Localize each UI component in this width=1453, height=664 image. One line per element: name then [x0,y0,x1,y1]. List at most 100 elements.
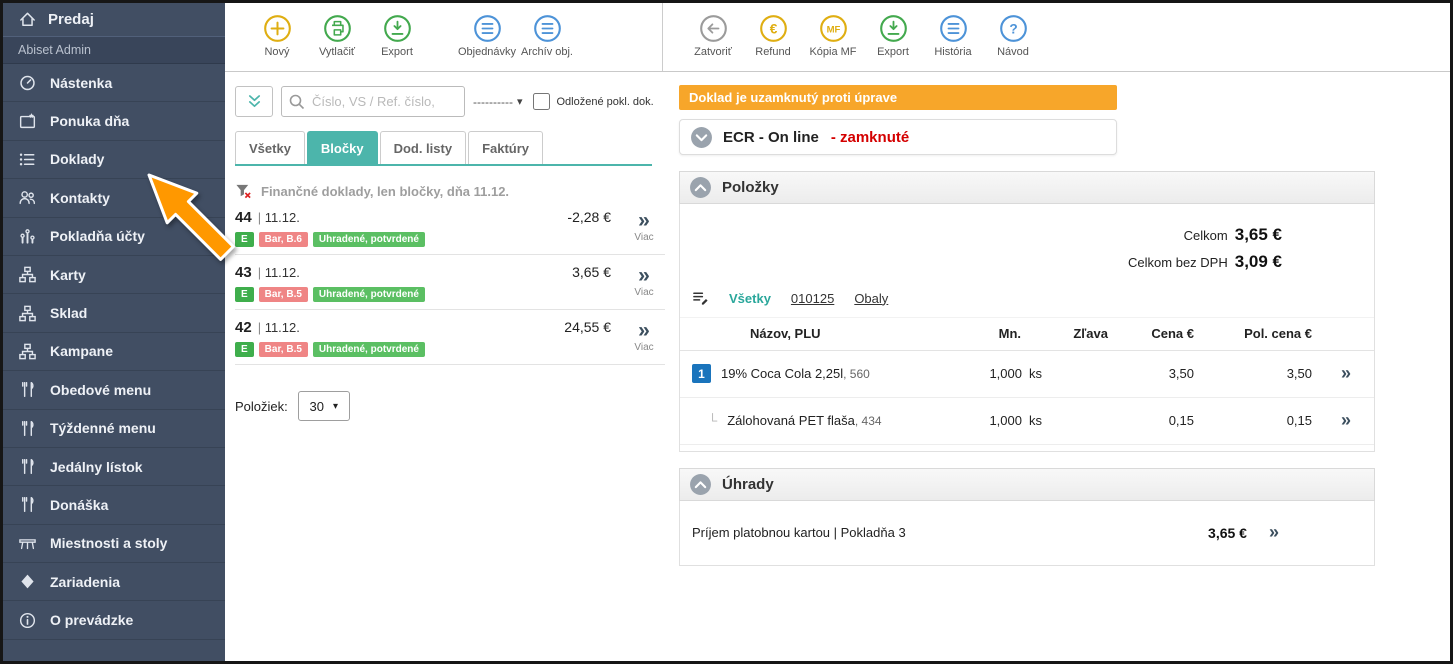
filter-remove-icon[interactable] [235,183,252,200]
document-tags: E Bar, B.5 Uhradené, potvrdené [235,342,623,357]
items-filter-packaging[interactable]: Obaly [854,291,888,306]
button-label: Objednávky [458,46,516,58]
sidebar-item-o-prevadzke[interactable]: O prevádzke [3,601,225,639]
sidebar-item-obedove-menu[interactable]: Obedové menu [3,371,225,409]
payments-section: Úhrady Príjem platobnou kartou | Pokladň… [679,468,1375,566]
document-type-dropdown[interactable]: ---------- [473,95,523,109]
source-badge: Bar, B.5 [259,342,308,357]
document-summary: 44 11.12. -2,28 € E Bar, B.6 Uhradené, p… [235,209,623,247]
tab-blocky[interactable]: Bločky [307,131,378,164]
sidebar-item-sklad[interactable]: Sklad [3,294,225,332]
export-button[interactable]: Export [367,13,427,58]
item-row-sub: Zálohovaná PET flaša, 434 1,000ks 0,15 0… [680,398,1374,445]
document-more-button[interactable]: Viac [623,209,665,247]
new-button[interactable]: Nový [247,13,307,58]
document-number: 44 [235,209,252,226]
item-unit: ks [1029,366,1042,381]
close-button[interactable]: Zatvoriť [683,13,743,58]
items-section-title: Položky [722,179,779,196]
item-name: Zálohovaná PET flaša [727,413,855,428]
sidebar-item-donaska[interactable]: Donáška [3,486,225,524]
lines-icon [938,13,969,44]
sidebar-item-nastenka[interactable]: Nástenka [3,64,225,102]
document-number: 43 [235,264,252,281]
total-label: Celkom [1184,228,1228,243]
app-window: Predaj Abiset Admin Nástenka Ponuka dňa … [0,0,1453,664]
chevron-up-circle-icon[interactable] [689,473,712,496]
filter-note-text: Finančné doklady, len bločky, dňa 11.12. [261,184,509,199]
document-row[interactable]: 44 11.12. -2,28 € E Bar, B.6 Uhradené, p… [235,200,665,255]
svg-text:MF: MF [826,25,840,36]
sidebar-item-kampane[interactable]: Kampane [3,333,225,371]
list-edit-icon[interactable] [692,290,709,307]
history-button[interactable]: História [923,13,983,58]
chevron-up-circle-icon[interactable] [689,176,712,199]
total-net-value: 3,09 € [1235,252,1282,271]
deferred-docs-checkbox[interactable] [533,93,550,110]
tab-faktury[interactable]: Faktúry [468,131,543,164]
deferred-docs-label[interactable]: Odložené pokl. dok. [557,96,654,108]
sidebar-item-pokladna-ucty[interactable]: Pokladňa účty [3,218,225,256]
sidebar-item-label: Nástenka [50,75,112,91]
document-more-button[interactable]: Viac [623,264,665,302]
status-badge: Uhradené, potvrdené [313,232,425,247]
document-amount: 24,55 € [564,319,623,335]
search-input[interactable] [281,86,465,117]
sidebar-item-label: Karty [50,267,86,283]
help-button[interactable]: ? Návod [983,13,1043,58]
button-label: Nový [264,46,289,58]
people-icon [18,188,37,207]
sidebar-header-predaj[interactable]: Predaj [3,3,225,37]
orders-archive-button[interactable]: Archív obj. [517,13,577,58]
document-row[interactable]: 43 11.12. 3,65 € E Bar, B.5 Uhradené, po… [235,255,665,310]
more-chevron-icon [638,213,650,230]
page-size-select[interactable]: 30 [298,391,350,421]
item-more-icon[interactable] [1341,363,1351,383]
documents-list-panel: ---------- Odložené pokl. dok. Všetky Bl… [225,72,675,661]
sidebar-item-karty[interactable]: Karty [3,256,225,294]
sitemap-icon [18,265,37,284]
search-icon [288,93,305,110]
export-detail-button[interactable]: Export [863,13,923,58]
totals-block: Celkom3,65 € Celkom bez DPH3,09 € [680,204,1374,278]
ecr-row[interactable]: ECR - On line - zamknuté [679,119,1117,155]
item-unit: ks [1029,413,1042,428]
sidebar-item-tyzdenne-menu[interactable]: Týždenné menu [3,410,225,448]
expand-filters-button[interactable] [235,86,273,117]
item-line-total: 3,50 [1200,366,1318,381]
chevron-down-circle-icon[interactable] [690,126,713,149]
print-button[interactable]: Vytlačiť [307,13,367,58]
column-line-total: Pol. cena € [1200,326,1318,341]
item-price: 3,50 [1114,366,1200,381]
sidebar-item-label: Obedové menu [50,382,151,398]
refund-button[interactable]: € Refund [743,13,803,58]
items-filter-all[interactable]: Všetky [729,291,771,306]
document-more-button[interactable]: Viac [623,319,665,357]
item-name: 19% Coca Cola 2,25l [721,366,843,381]
payments-section-header[interactable]: Úhrady [679,468,1375,501]
orders-button[interactable]: Objednávky [457,13,517,58]
deferred-docs-checkbox-row: Odložené pokl. dok. [533,93,654,110]
items-filter-number[interactable]: 010125 [791,291,834,306]
sidebar-item-kontakty[interactable]: Kontakty [3,179,225,217]
items-section-header[interactable]: Položky [679,171,1375,204]
document-tags: E Bar, B.6 Uhradené, potvrdené [235,232,623,247]
dropdown-value: ---------- [473,95,513,109]
document-row[interactable]: 42 11.12. 24,55 € E Bar, B.5 Uhradené, p… [235,310,665,365]
item-more-icon[interactable] [1341,410,1351,430]
search-row: ---------- Odložené pokl. dok. [235,86,665,117]
sidebar-item-ponuka-dna[interactable]: Ponuka dňa [3,102,225,140]
sidebar-item-doklady[interactable]: Doklady [3,141,225,179]
payment-amount: 3,65 € [1208,525,1247,541]
item-plu: , 560 [843,367,870,381]
document-summary: 42 11.12. 24,55 € E Bar, B.5 Uhradené, p… [235,319,623,357]
sidebar-item-miestnosti-a-stoly[interactable]: Miestnosti a stoly [3,525,225,563]
search-box [281,86,465,117]
payment-more-icon[interactable] [1269,525,1279,539]
tab-vsetky[interactable]: Všetky [235,131,305,164]
sidebar-item-jedalny-listok[interactable]: Jedálny lístok [3,448,225,486]
sidebar-item-zariadenia[interactable]: Zariadenia [3,563,225,601]
copy-mf-button[interactable]: MF Kópia MF [803,13,863,58]
source-badge: Bar, B.5 [259,287,308,302]
tab-dod-listy[interactable]: Dod. listy [380,131,467,164]
